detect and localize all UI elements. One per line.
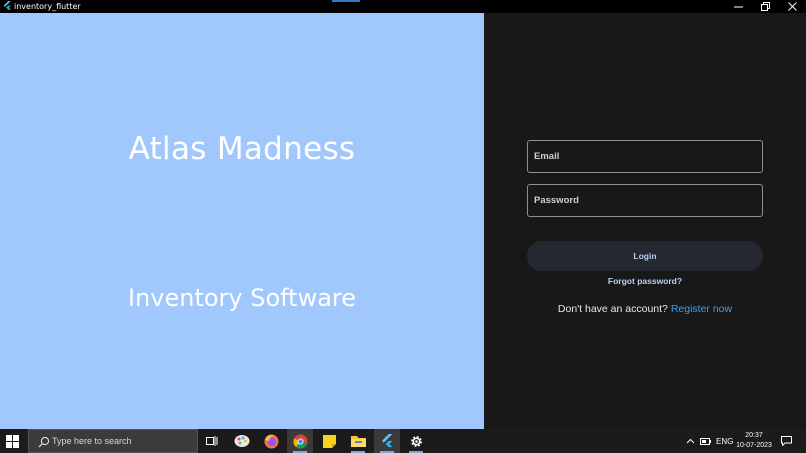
register-link[interactable]: Register now bbox=[671, 303, 732, 315]
brand-subtitle: Inventory Software bbox=[127, 284, 357, 312]
windows-start-icon[interactable] bbox=[6, 435, 19, 448]
tray-overflow-button[interactable] bbox=[686, 429, 695, 453]
brand-title: Atlas Madness bbox=[128, 131, 356, 167]
firefox-icon bbox=[264, 434, 278, 448]
notifications-button[interactable] bbox=[781, 429, 792, 453]
password-field[interactable] bbox=[527, 184, 763, 217]
task-view-button[interactable] bbox=[199, 429, 225, 453]
battery-button[interactable] bbox=[700, 429, 711, 453]
firefox-button[interactable] bbox=[258, 429, 284, 453]
titlebar-accent bbox=[332, 0, 360, 2]
clock-time: 20:37 bbox=[745, 432, 763, 439]
settings-button[interactable] bbox=[403, 429, 429, 453]
minimize-icon bbox=[733, 6, 743, 8]
minimize-button[interactable] bbox=[724, 0, 752, 13]
register-prompt: Don't have an account? Register now bbox=[527, 303, 763, 315]
chrome-icon bbox=[292, 434, 307, 449]
restore-button[interactable] bbox=[751, 0, 779, 13]
paint-button[interactable] bbox=[229, 429, 255, 453]
password-input[interactable] bbox=[528, 185, 762, 216]
file-explorer-icon bbox=[350, 436, 366, 447]
flutter-app-button[interactable] bbox=[374, 429, 400, 453]
taskbar-search[interactable]: Type here to search bbox=[28, 429, 198, 453]
forgot-password-link[interactable]: Forgot password? bbox=[527, 276, 763, 286]
chrome-button[interactable] bbox=[287, 429, 313, 453]
window-titlebar: inventory_flutter bbox=[0, 0, 806, 13]
no-account-text: Don't have an account? bbox=[557, 303, 668, 315]
taskbar: Type here to search ENG 20:37 10-07-2023 bbox=[0, 429, 806, 453]
restore-icon bbox=[760, 2, 770, 11]
email-input[interactable] bbox=[528, 141, 762, 172]
flutter-app-icon bbox=[3, 1, 11, 10]
battery-icon bbox=[700, 437, 711, 445]
taskbar-clock[interactable]: 20:37 10-07-2023 bbox=[735, 431, 773, 451]
close-icon bbox=[787, 2, 797, 11]
search-placeholder: Type here to search bbox=[52, 436, 132, 446]
branding-panel: Atlas Madness Inventory Software bbox=[0, 13, 484, 429]
search-icon bbox=[38, 436, 50, 448]
close-button[interactable] bbox=[778, 0, 806, 13]
paint-icon bbox=[234, 435, 250, 447]
login-panel: Login Forgot password? Don't have an acc… bbox=[484, 13, 806, 429]
language-indicator[interactable]: ENG bbox=[716, 429, 733, 453]
clock-date: 10-07-2023 bbox=[736, 442, 772, 449]
sticky-notes-icon bbox=[322, 434, 336, 448]
window-title: inventory_flutter bbox=[14, 2, 81, 11]
flutter-icon bbox=[381, 433, 392, 447]
login-button[interactable]: Login bbox=[527, 241, 763, 271]
task-view-icon bbox=[206, 436, 218, 446]
email-field[interactable] bbox=[527, 140, 763, 173]
sticky-notes-button[interactable] bbox=[316, 429, 342, 453]
chevron-up-icon bbox=[686, 438, 695, 444]
notification-icon bbox=[781, 436, 792, 446]
file-explorer-button[interactable] bbox=[345, 429, 371, 453]
settings-icon bbox=[410, 435, 422, 447]
